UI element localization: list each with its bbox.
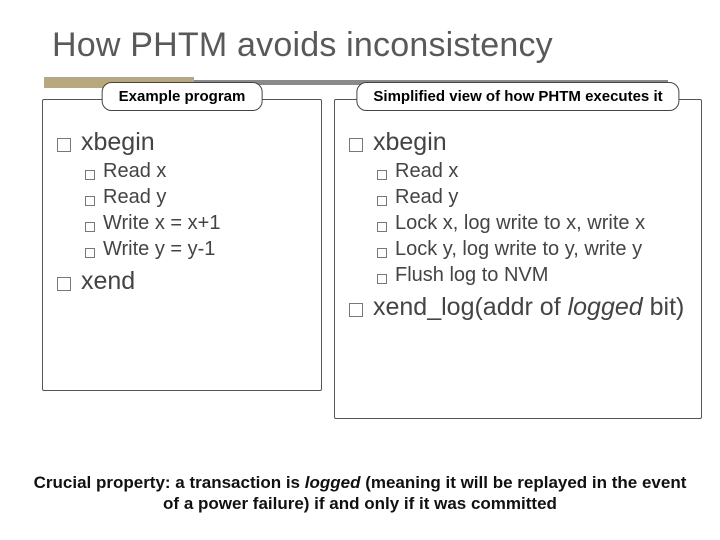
l2-text: Read x: [395, 160, 458, 183]
l1-text: xend_log(addr of logged bit): [373, 293, 684, 322]
l1-text: xend: [81, 267, 135, 296]
text-fragment: xend_log(addr of: [373, 293, 568, 321]
bullet-open-square-icon: [377, 274, 387, 284]
bullet-open-square-icon: [57, 138, 71, 152]
bullet-open-square-icon: [85, 170, 95, 180]
bullet-open-square-icon: [57, 277, 71, 291]
bullet-open-square-icon: [377, 170, 387, 180]
text-fragment-italic: logged: [568, 293, 643, 321]
l2-text: Read x: [103, 160, 166, 183]
l2-text: Read y: [103, 186, 166, 209]
left-header: Example program: [102, 82, 263, 111]
bullet-open-square-icon: [377, 222, 387, 232]
list-item: Lock y, log write to y, write y: [377, 238, 693, 261]
bullet-open-square-icon: [85, 222, 95, 232]
l2-text: Write y = y-1: [103, 238, 215, 261]
l2-text: Flush log to NVM: [395, 264, 548, 287]
list-item: Write x = x+1: [85, 212, 313, 235]
l2-text: Write x = x+1: [103, 212, 220, 235]
l2-text: Lock x, log write to x, write x: [395, 212, 645, 235]
l1-text: xbegin: [373, 128, 447, 157]
l2-text: Read y: [395, 186, 458, 209]
left-content: xbegin Read x Read y Write x = x+1 Write…: [43, 100, 321, 306]
l1-text: xbegin: [81, 128, 155, 157]
text-fragment: Crucial property: a transaction is: [34, 473, 305, 492]
bullet-open-square-icon: [349, 138, 363, 152]
list-item: Read x: [377, 160, 693, 183]
list-item: Read x: [85, 160, 313, 183]
column-left: Example program xbegin Read x Read y Wri…: [42, 99, 322, 391]
list-item: xend: [57, 267, 313, 296]
bullet-open-square-icon: [85, 248, 95, 258]
list-item: xbegin: [349, 128, 693, 157]
list-item: Write y = y-1: [85, 238, 313, 261]
bullet-open-square-icon: [349, 303, 363, 317]
list-item: Read y: [85, 186, 313, 209]
list-item: xend_log(addr of logged bit): [349, 293, 693, 322]
bullet-open-square-icon: [85, 196, 95, 206]
bullet-open-square-icon: [377, 196, 387, 206]
l2-text: Lock y, log write to y, write y: [395, 238, 642, 261]
footnote: Crucial property: a transaction is logge…: [30, 472, 690, 515]
columns: Example program xbegin Read x Read y Wri…: [30, 99, 690, 429]
text-fragment: bit): [643, 293, 685, 321]
list-item: xbegin: [57, 128, 313, 157]
bullet-open-square-icon: [377, 248, 387, 258]
slide-title: How PHTM avoids inconsistency: [52, 26, 690, 65]
right-header: Simplified view of how PHTM executes it: [356, 82, 679, 111]
slide: How PHTM avoids inconsistency Example pr…: [0, 0, 720, 540]
list-item: Flush log to NVM: [377, 264, 693, 287]
sublist: Read x Read y Write x = x+1 Write y = y-…: [85, 160, 313, 261]
list-item: Lock x, log write to x, write x: [377, 212, 693, 235]
column-right: Simplified view of how PHTM executes it …: [334, 99, 702, 419]
text-fragment-italic: logged: [305, 473, 361, 492]
sublist: Read x Read y Lock x, log write to x, wr…: [377, 160, 693, 287]
list-item: Read y: [377, 186, 693, 209]
right-content: xbegin Read x Read y Lock x, log write t…: [335, 100, 701, 332]
